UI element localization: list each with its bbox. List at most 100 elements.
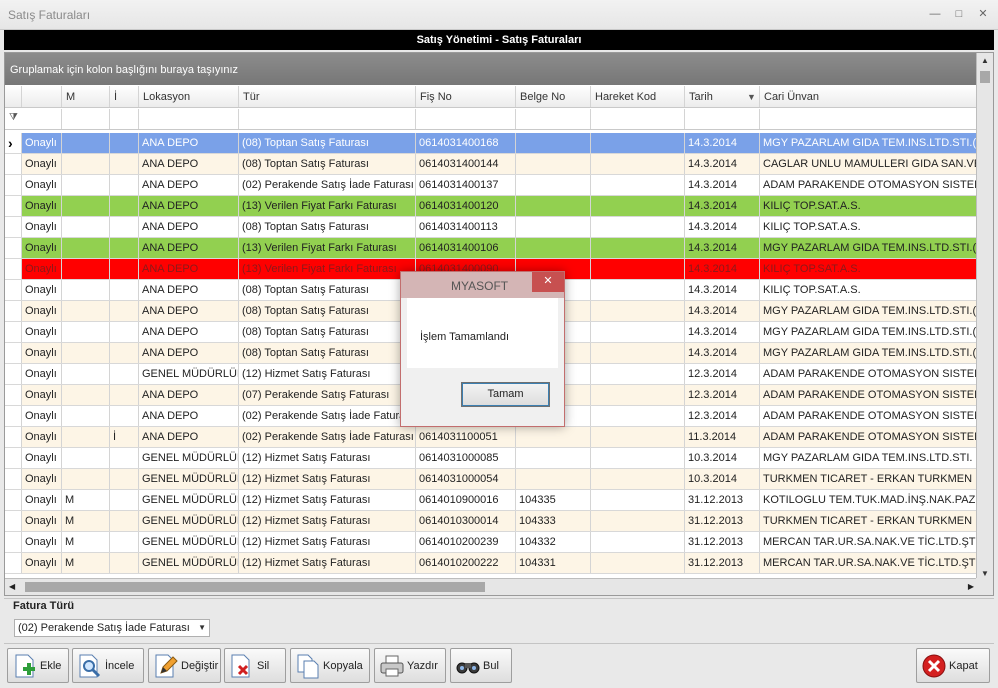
- maximize-icon[interactable]: □: [950, 6, 968, 22]
- column-header[interactable]: Fiş No: [416, 86, 516, 107]
- row-indicator[interactable]: [5, 406, 22, 426]
- filter-cell[interactable]: [110, 109, 139, 129]
- sil-button[interactable]: Sil: [224, 648, 286, 683]
- filter-cell[interactable]: [239, 109, 416, 129]
- row-indicator[interactable]: [5, 280, 22, 300]
- column-header[interactable]: Lokasyon: [139, 86, 239, 107]
- table-cell: [62, 364, 110, 384]
- table-row[interactable]: Onaylı M GENEL MÜDÜRLÜK (12) Hizmet Satış F…: [5, 490, 977, 511]
- dialog-ok-button[interactable]: Tamam: [461, 382, 550, 407]
- minimize-icon[interactable]: —: [926, 6, 944, 22]
- row-indicator[interactable]: [5, 217, 22, 237]
- table-cell: (13) Verilen Fiyat Farkı Faturası: [239, 259, 416, 279]
- filter-cell[interactable]: [685, 109, 760, 129]
- chevron-down-icon[interactable]: ▼: [198, 620, 206, 636]
- table-row[interactable]: Onaylı ANA DEPO (13) Verilen Fiyat Farkı F…: [5, 196, 977, 217]
- filter-cell[interactable]: [416, 109, 516, 129]
- column-header[interactable]: M: [62, 86, 110, 107]
- table-cell: (08) Toptan Satış Faturası: [239, 217, 416, 237]
- filter-cell[interactable]: [591, 109, 685, 129]
- dialog-close-button[interactable]: ✕: [532, 272, 564, 292]
- row-indicator[interactable]: [5, 175, 22, 195]
- fatura-turu-select[interactable]: (02) Perakende Satış İade Faturası ▼: [14, 619, 210, 637]
- table-cell: 14.3.2014: [685, 238, 760, 258]
- row-indicator[interactable]: [5, 259, 22, 279]
- filter-icon[interactable]: ⧩: [9, 112, 18, 123]
- row-indicator[interactable]: [5, 364, 22, 384]
- yazdir-button[interactable]: Yazdır: [374, 648, 446, 683]
- filter-cell[interactable]: [62, 109, 110, 129]
- row-indicator[interactable]: [5, 469, 22, 489]
- vertical-scroll-thumb[interactable]: [980, 71, 990, 83]
- filter-cell[interactable]: [22, 109, 62, 129]
- table-row[interactable]: Onaylı ANA DEPO (13) Verilen Fiyat Farkı F…: [5, 238, 977, 259]
- table-row[interactable]: Onaylı M GENEL MÜDÜRLÜK (12) Hizmet Satış F…: [5, 532, 977, 553]
- kopyala-button[interactable]: Kopyala: [290, 648, 370, 683]
- horizontal-scrollbar[interactable]: ◀ ▶: [5, 578, 978, 595]
- scroll-up-icon[interactable]: ▲: [981, 56, 989, 65]
- row-indicator[interactable]: [5, 301, 22, 321]
- filter-cell[interactable]: [139, 109, 239, 129]
- table-cell: [591, 133, 685, 153]
- table-row[interactable]: Onaylı İ ANA DEPO (02) Perakende Satış İade…: [5, 427, 977, 448]
- row-indicator[interactable]: [5, 553, 22, 573]
- table-row[interactable]: › Onaylı ANA DEPO (08) Toptan Satış Faturas…: [5, 133, 977, 154]
- row-indicator[interactable]: [5, 385, 22, 405]
- table-row[interactable]: Onaylı ANA DEPO (08) Toptan Satış Faturası…: [5, 217, 977, 238]
- table-row[interactable]: Onaylı ANA DEPO (02) Perakende Satış İade …: [5, 175, 977, 196]
- table-cell: (08) Toptan Satış Faturası: [239, 343, 416, 363]
- incele-button[interactable]: İncele: [72, 648, 144, 683]
- scroll-left-icon[interactable]: ◀: [9, 582, 15, 591]
- row-indicator[interactable]: [5, 427, 22, 447]
- table-row[interactable]: Onaylı GENEL MÜDÜRLÜK (12) Hizmet Satış Fa…: [5, 448, 977, 469]
- row-indicator[interactable]: [5, 532, 22, 552]
- horizontal-scroll-thumb[interactable]: [25, 582, 485, 592]
- sort-descending-icon[interactable]: ▼: [747, 92, 756, 102]
- table-cell: Onaylı: [22, 343, 62, 363]
- column-header[interactable]: İ: [110, 86, 139, 107]
- table-cell: 0614031000054: [416, 469, 516, 489]
- table-cell: (12) Hizmet Satış Faturası: [239, 532, 416, 552]
- table-cell: GENEL MÜDÜRLÜK: [139, 469, 239, 489]
- close-icon[interactable]: ✕: [974, 6, 992, 22]
- row-indicator[interactable]: [5, 448, 22, 468]
- vertical-scrollbar[interactable]: ▲ ▼: [976, 53, 993, 581]
- table-row[interactable]: Onaylı GENEL MÜDÜRLÜK (12) Hizmet Satış Fa…: [5, 469, 977, 490]
- row-indicator[interactable]: [5, 196, 22, 216]
- row-indicator[interactable]: [5, 511, 22, 531]
- column-header[interactable]: Tür: [239, 86, 416, 107]
- bul-button[interactable]: Bul: [450, 648, 512, 683]
- table-cell: (08) Toptan Satış Faturası: [239, 301, 416, 321]
- row-indicator[interactable]: [5, 322, 22, 342]
- column-header[interactable]: Hareket Kod: [591, 86, 685, 107]
- group-panel[interactable]: Gruplamak için kolon başlığını buraya ta…: [5, 53, 977, 85]
- table-row[interactable]: Onaylı ANA DEPO (08) Toptan Satış Faturası…: [5, 154, 977, 175]
- kapat-button[interactable]: Kapat: [916, 648, 990, 683]
- table-cell: MERCAN TAR.UR.SA.NAK.VE TİC.LTD.ŞTİ: [760, 553, 977, 573]
- filter-row[interactable]: ⧩: [5, 109, 977, 130]
- column-header[interactable]: Cari Ünvan: [760, 86, 977, 107]
- filter-cell[interactable]: [760, 109, 977, 129]
- yazdir-label: Yazdır: [407, 660, 438, 672]
- table-cell: TURKMEN TICARET - ERKAN TURKMEN: [760, 469, 977, 489]
- column-header[interactable]: [22, 86, 62, 107]
- table-row[interactable]: Onaylı M GENEL MÜDÜRLÜK (12) Hizmet Satış F…: [5, 553, 977, 574]
- row-indicator[interactable]: [5, 238, 22, 258]
- filter-cell[interactable]: [516, 109, 591, 129]
- column-header[interactable]: Belge No: [516, 86, 591, 107]
- row-indicator[interactable]: [5, 343, 22, 363]
- table-cell: 104333: [516, 511, 591, 531]
- table-row[interactable]: Onaylı M GENEL MÜDÜRLÜK (12) Hizmet Satış F…: [5, 511, 977, 532]
- ekle-button[interactable]: Ekle: [7, 648, 69, 683]
- scroll-down-icon[interactable]: ▼: [981, 569, 989, 578]
- table-cell: Onaylı: [22, 133, 62, 153]
- table-cell: 0614031400137: [416, 175, 516, 195]
- table-cell: 0614031400120: [416, 196, 516, 216]
- scroll-right-icon[interactable]: ▶: [968, 582, 974, 591]
- degistir-button[interactable]: Değiştir: [148, 648, 221, 683]
- row-indicator[interactable]: [5, 490, 22, 510]
- table-cell: M: [62, 490, 110, 510]
- row-indicator[interactable]: [5, 154, 22, 174]
- row-indicator[interactable]: ›: [5, 133, 22, 153]
- scroll-corner: [976, 578, 993, 595]
